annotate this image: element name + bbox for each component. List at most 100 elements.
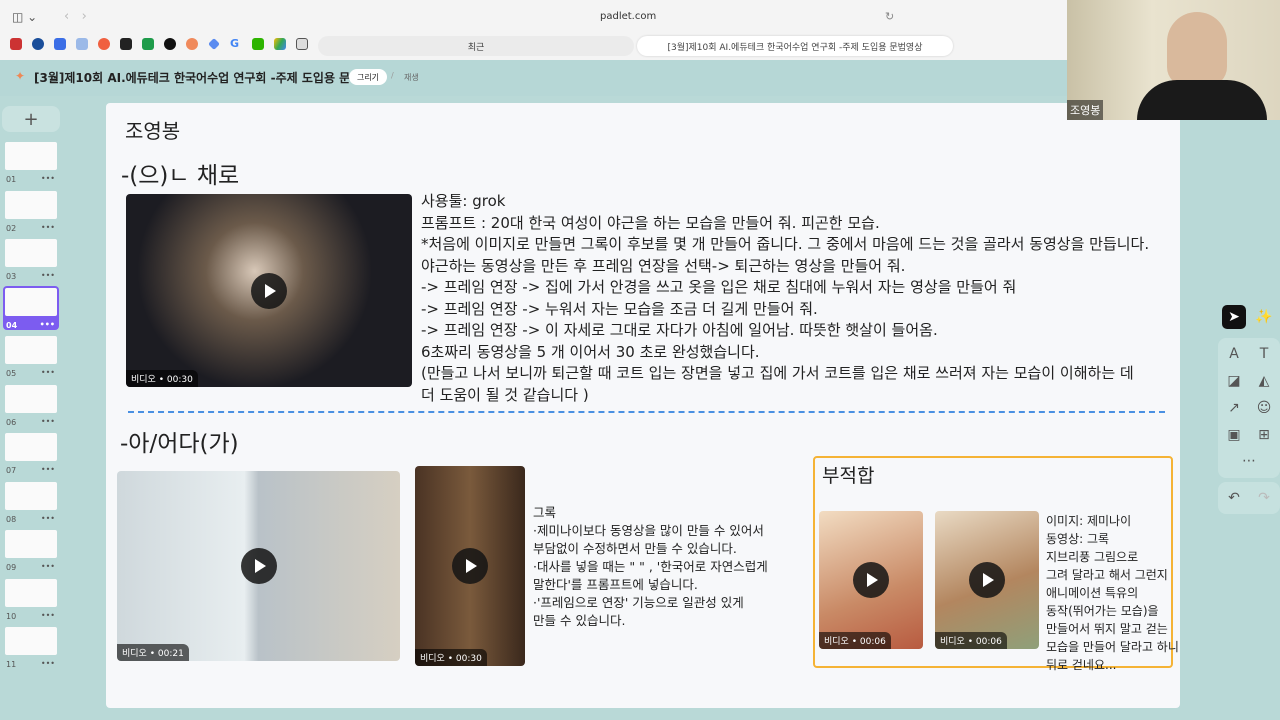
slide-number: 03: [6, 272, 17, 281]
select-tool-icon[interactable]: ➤: [1222, 305, 1246, 329]
slide-thumbnail[interactable]: 04 •••: [3, 285, 59, 330]
bookmark-icon[interactable]: [120, 38, 132, 50]
slide-thumbnail[interactable]: 08 •••: [3, 480, 59, 524]
draw-button[interactable]: 그리기: [349, 69, 387, 85]
redo-icon[interactable]: ↷: [1252, 486, 1276, 510]
add-image-icon[interactable]: ⊞: [1252, 423, 1276, 447]
image-search-icon[interactable]: ▣: [1222, 423, 1246, 447]
video-caption: 비디오 • 00:30: [126, 370, 198, 387]
video-caption: 비디오 • 00:21: [117, 644, 189, 661]
slide-thumbnail[interactable]: 06 •••: [3, 383, 59, 427]
slide-thumbnail[interactable]: 02 •••: [3, 189, 59, 233]
slide-more-button[interactable]: •••: [41, 271, 55, 280]
bookmark-icon[interactable]: [32, 38, 44, 50]
sidebar-toggle-icon[interactable]: ◫ ⌄: [12, 10, 37, 24]
bookmark-icon[interactable]: [186, 38, 198, 50]
slide-preview: [5, 190, 57, 219]
bookmark-icon[interactable]: [208, 38, 220, 50]
description-text: 그록 ·제미나이보다 동영상을 많이 만들 수 있어서 부담없이 수정하면서 만…: [533, 505, 768, 628]
slide-more-button[interactable]: •••: [41, 465, 55, 474]
naver-icon[interactable]: [252, 38, 264, 50]
video-thumbnail[interactable]: 비디오 • 00:06: [819, 511, 923, 649]
undo-icon[interactable]: ↶: [1222, 486, 1246, 510]
slide-number: 06: [6, 417, 17, 427]
slide-preview: [5, 627, 57, 655]
bookmark-icon[interactable]: [10, 38, 22, 50]
sticky-note-icon[interactable]: ◪: [1222, 369, 1246, 393]
slide-thumbnail[interactable]: 01 •••: [3, 140, 59, 184]
slide-thumbnail[interactable]: 07 •••: [3, 431, 59, 475]
slide-number: 01: [6, 175, 17, 184]
url-bar[interactable]: padlet.com: [600, 11, 656, 22]
author-name: 조영봉: [125, 119, 181, 143]
bookmark-icon[interactable]: [54, 38, 66, 50]
slide-preview: [5, 433, 57, 461]
bookmark-icon[interactable]: [98, 38, 110, 50]
shape-tool-icon[interactable]: ◭: [1252, 369, 1276, 393]
bookmark-icon[interactable]: [164, 38, 176, 50]
slide-number: 08: [6, 514, 17, 524]
arrow-tool-icon[interactable]: ↗: [1222, 396, 1246, 420]
video-thumbnail[interactable]: 비디오 • 00:21: [117, 471, 400, 661]
section-title: -아/어다(가): [120, 431, 239, 457]
slide-more-button[interactable]: •••: [41, 223, 55, 232]
person-face: [1167, 12, 1227, 87]
slide-preview: [5, 287, 57, 316]
slide-thumbnail[interactable]: 10 •••: [3, 577, 59, 621]
slide-more-button[interactable]: •••: [41, 174, 55, 183]
section-title: -(으)ㄴ 채로: [121, 163, 240, 189]
play-icon[interactable]: [240, 548, 277, 584]
video-caption: 비디오 • 00:06: [935, 632, 1007, 649]
slide-thumbnail[interactable]: 03 •••: [3, 237, 59, 281]
slide-preview: [5, 336, 57, 364]
more-icon[interactable]: ⋯: [1237, 449, 1261, 473]
tab-padlet[interactable]: [3월]제10회 AI.에듀테크 한국어수업 연구회 -주제 도입용 문법영상: [637, 36, 953, 56]
google-icon[interactable]: G: [230, 37, 239, 50]
slide-number: 11: [6, 660, 17, 669]
slide-number: 09: [6, 563, 17, 572]
tab-recent[interactable]: 최근: [318, 36, 634, 56]
slide-preview: [5, 578, 57, 607]
slide-thumbnail[interactable]: 09 •••: [3, 528, 59, 572]
slide-more-button[interactable]: •••: [40, 320, 55, 329]
slide-more-button[interactable]: •••: [41, 368, 55, 377]
text-tool-icon[interactable]: T: [1252, 342, 1276, 366]
board-title: [3월]제10회 AI.에듀테크 한국어수업 연구회 -주제 도입용 문법영상: [34, 71, 384, 85]
play-icon[interactable]: [969, 562, 1005, 598]
slide-more-button[interactable]: •••: [41, 514, 55, 523]
notion-icon[interactable]: [296, 38, 308, 50]
slide-number: 10: [6, 611, 17, 621]
video-thumbnail[interactable]: 비디오 • 00:06: [935, 511, 1039, 649]
participant-name: 조영봉: [1067, 100, 1104, 120]
play-link[interactable]: 재생: [404, 72, 419, 83]
play-icon[interactable]: [853, 562, 889, 598]
slide-more-button[interactable]: •••: [41, 417, 55, 426]
person-body: [1137, 80, 1267, 120]
drive-icon[interactable]: [274, 38, 286, 50]
reload-icon[interactable]: ↻: [885, 10, 894, 23]
pen-tool-icon[interactable]: A: [1222, 342, 1246, 366]
slide-preview: [5, 384, 57, 413]
video-thumbnail[interactable]: 비디오 • 00:30: [126, 194, 412, 387]
slide-more-button[interactable]: •••: [41, 659, 55, 668]
slide-more-button[interactable]: •••: [41, 611, 55, 620]
slide-number: 04: [6, 320, 18, 330]
bookmark-icon[interactable]: [142, 38, 154, 50]
padlet-logo-icon: ✦: [15, 69, 26, 83]
slide-thumbnail[interactable]: 05 •••: [3, 334, 59, 378]
slide-more-button[interactable]: •••: [41, 562, 55, 571]
video-thumbnail[interactable]: 비디오 • 00:30: [415, 466, 525, 666]
play-icon[interactable]: [452, 548, 488, 584]
back-forward-icon[interactable]: ‹ ›: [64, 9, 87, 24]
video-caption: 비디오 • 00:06: [819, 632, 891, 649]
slide-preview: [5, 530, 57, 558]
slide-thumbnail[interactable]: 11 •••: [3, 625, 59, 669]
add-slide-button[interactable]: +: [2, 106, 60, 132]
slide-preview: [5, 142, 57, 170]
magic-tool-icon[interactable]: ✨: [1252, 305, 1276, 329]
sticker-icon[interactable]: ☺: [1252, 396, 1276, 420]
slide-preview: [5, 239, 57, 267]
slide-number: 07: [6, 466, 17, 475]
play-icon[interactable]: [251, 272, 287, 309]
bookmark-icon[interactable]: [76, 38, 88, 50]
